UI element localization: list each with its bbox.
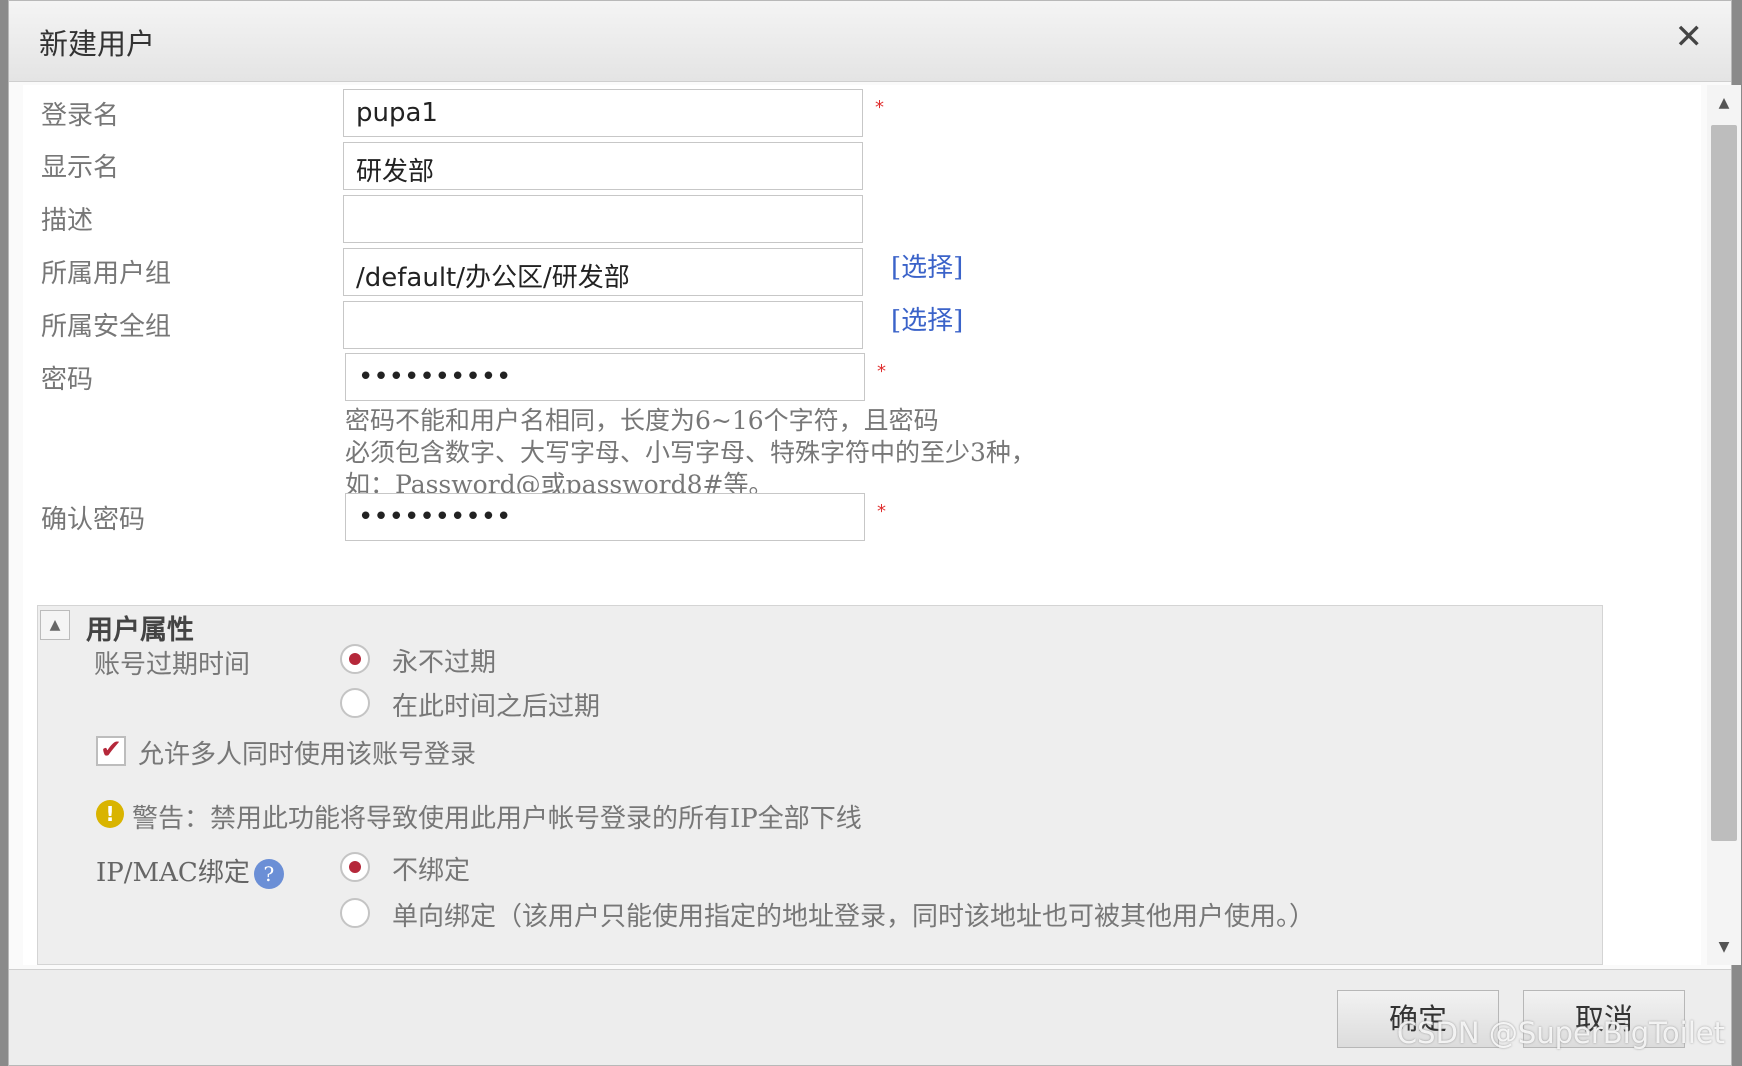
close-icon[interactable]: ✕ xyxy=(1675,17,1704,57)
password-required-mark: * xyxy=(877,361,886,382)
password-hint-line-1: 密码不能和用户名相同，长度为6~16个字符，且密码 xyxy=(345,406,939,435)
new-user-dialog: 新建用户 ✕ 登录名 pupa1 * 显示名 研发部 描述 所属用户组 /def… xyxy=(8,0,1741,1066)
account-expiry-label: 账号过期时间 xyxy=(94,650,251,680)
ipmac-oneway-label: 单向绑定（该用户只能使用指定的地址登录，同时该地址也可被其他用户使用。） xyxy=(392,902,1316,932)
display-name-input[interactable]: 研发部 xyxy=(343,142,863,190)
expiry-never-radio[interactable] xyxy=(340,644,370,674)
login-name-input[interactable]: pupa1 xyxy=(343,89,863,137)
confirm-password-input[interactable]: •••••••••• xyxy=(345,493,865,541)
description-label: 描述 xyxy=(41,206,94,236)
ipmac-binding-label-group: IP/MAC绑定? xyxy=(96,852,284,889)
ipmac-binding-label: IP/MAC绑定 xyxy=(96,858,250,888)
login-name-label: 登录名 xyxy=(41,101,120,131)
description-input[interactable] xyxy=(343,195,863,243)
warning-icon: ! xyxy=(96,800,124,828)
security-group-label: 所属安全组 xyxy=(41,312,172,342)
dialog-titlebar: 新建用户 ✕ xyxy=(9,1,1731,82)
ipmac-none-radio[interactable] xyxy=(340,852,370,882)
login-name-required-mark: * xyxy=(875,97,884,118)
multi-login-label: 允许多人同时使用该账号登录 xyxy=(138,740,477,770)
scroll-up-icon[interactable]: ▲ xyxy=(1707,85,1741,121)
security-group-input[interactable] xyxy=(343,301,863,349)
vertical-scrollbar[interactable]: ▲ ▼ xyxy=(1707,85,1741,965)
display-name-label: 显示名 xyxy=(41,153,120,183)
confirm-password-required-mark: * xyxy=(877,501,886,522)
password-input[interactable]: •••••••••• xyxy=(345,353,865,401)
confirm-password-label: 确认密码 xyxy=(41,505,146,535)
help-icon[interactable]: ? xyxy=(253,859,284,889)
watermark: CSDN @SuperBigToilet xyxy=(1396,1016,1725,1050)
expiry-never-label: 永不过期 xyxy=(392,648,497,678)
scrollbar-thumb[interactable] xyxy=(1711,125,1737,841)
expiry-after-radio[interactable] xyxy=(340,688,370,718)
collapse-toggle-icon[interactable]: ▲ xyxy=(40,610,70,640)
ipmac-none-label: 不绑定 xyxy=(392,856,471,886)
expiry-after-label: 在此时间之后过期 xyxy=(392,692,601,722)
password-hint-line-2: 必须包含数字、大写字母、小写字母、特殊字符中的至少3种， xyxy=(345,438,1036,467)
dialog-title: 新建用户 xyxy=(39,27,156,61)
user-properties-section: ▲ 用户属性 账号过期时间 永不过期 在此时间之后过期 ✔ 允许多人同时使用该账… xyxy=(37,605,1603,965)
user-group-input[interactable]: /default/办公区/研发部 xyxy=(343,248,863,296)
dialog-footer: 确定 取消 CSDN @SuperBigToilet xyxy=(9,969,1731,1065)
dialog-content: 登录名 pupa1 * 显示名 研发部 描述 所属用户组 /default/办公… xyxy=(23,85,1701,965)
user-group-label: 所属用户组 xyxy=(41,259,172,289)
security-group-select-link[interactable]: [选择] xyxy=(891,300,963,337)
multi-login-checkbox[interactable]: ✔ xyxy=(96,736,126,766)
scroll-down-icon[interactable]: ▼ xyxy=(1707,929,1741,965)
user-group-select-link[interactable]: [选择] xyxy=(891,247,963,284)
ipmac-oneway-radio[interactable] xyxy=(340,898,370,928)
warning-text: 警告：禁用此功能将导致使用此用户帐号登录的所有IP全部下线 xyxy=(132,804,862,834)
user-properties-title: 用户属性 xyxy=(86,615,194,646)
password-label: 密码 xyxy=(41,365,94,395)
